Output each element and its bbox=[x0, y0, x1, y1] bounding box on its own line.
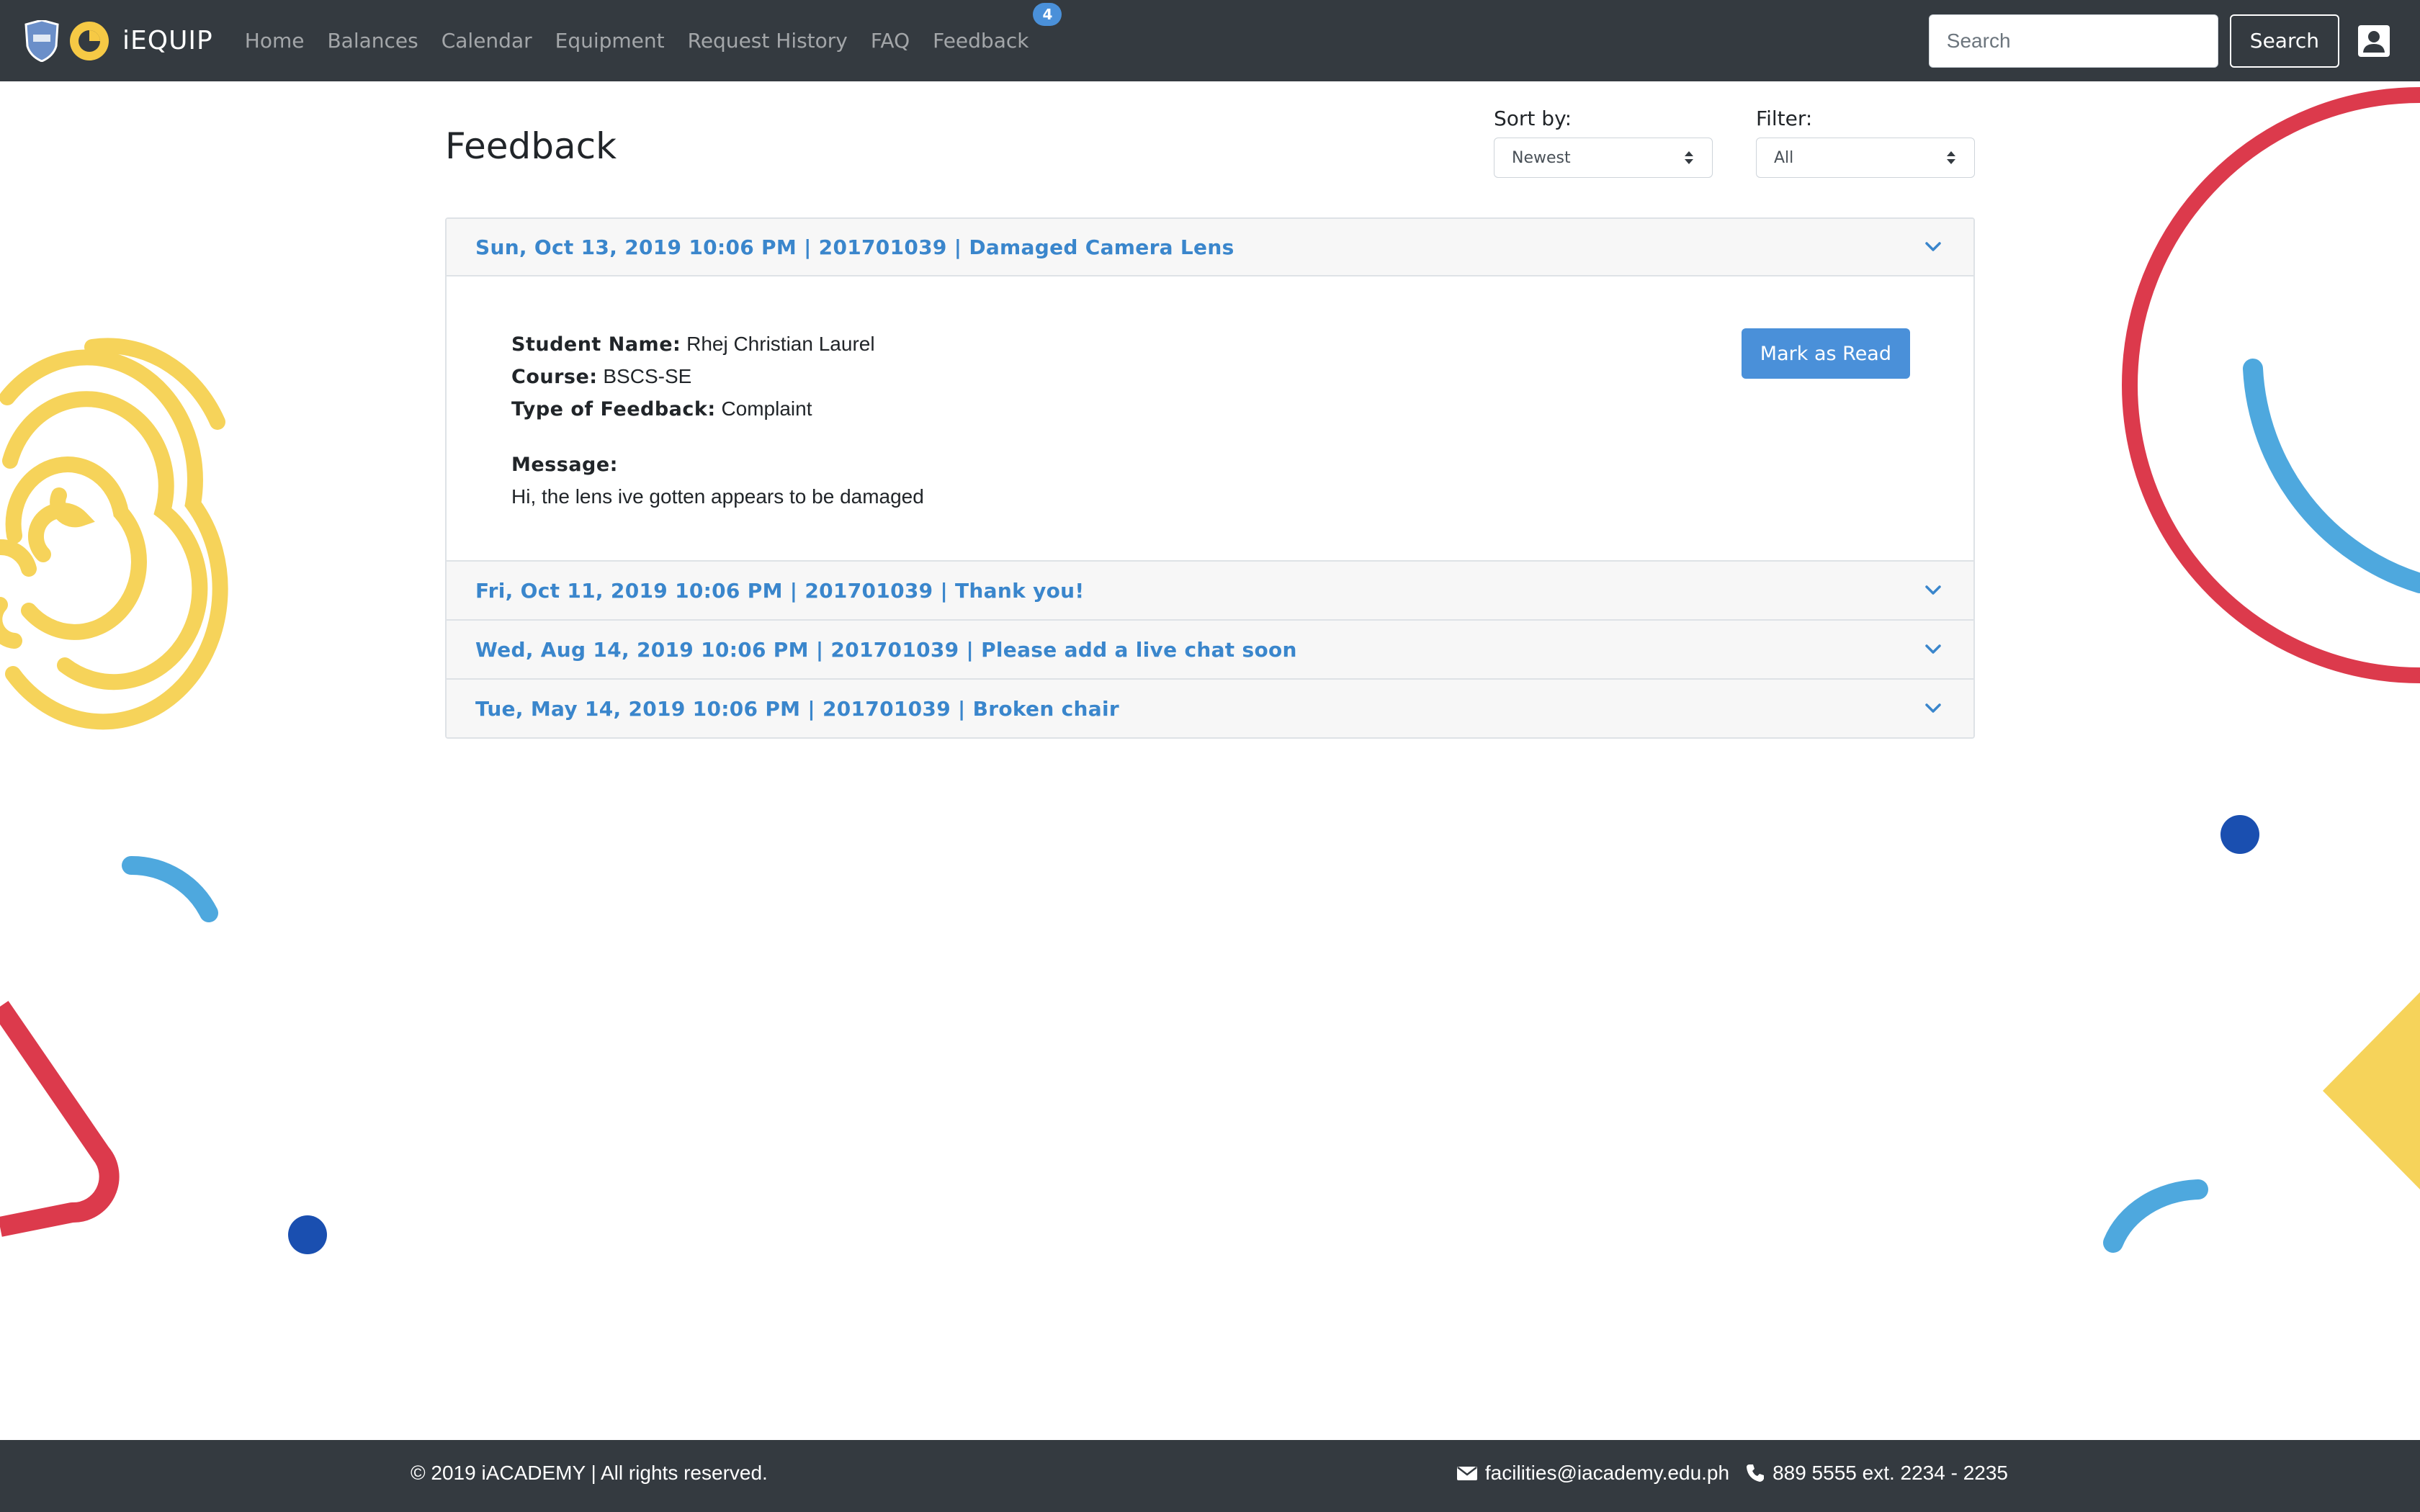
feedback-item-header[interactable]: Fri, Oct 11, 2019 10:06 PM | 201701039 |… bbox=[447, 562, 1973, 619]
filter-control: Filter: All bbox=[1756, 107, 1975, 178]
student-name-label: Student Name: bbox=[511, 333, 681, 356]
arc-decoration-icon bbox=[2243, 359, 2420, 593]
footer-email[interactable]: facilities@iacademy.edu.ph bbox=[1485, 1462, 1729, 1485]
nav-home[interactable]: Home bbox=[245, 29, 305, 53]
message-text: Hi, the lens ive gotten appears to be da… bbox=[511, 485, 924, 508]
diamond-decoration-icon bbox=[2323, 992, 2420, 1189]
sort-select[interactable]: Newest bbox=[1494, 138, 1713, 178]
footer: © 2019 iACADEMY | All rights reserved. f… bbox=[0, 1440, 2420, 1512]
footer-contact: facilities@iacademy.edu.ph 889 5555 ext.… bbox=[1456, 1462, 2008, 1485]
chevron-down-icon bbox=[1925, 242, 1941, 251]
student-name-value: Rhej Christian Laurel bbox=[686, 333, 875, 355]
chevron-down-icon bbox=[1925, 703, 1941, 713]
feedback-item: Wed, Aug 14, 2019 10:06 PM | 201701039 |… bbox=[447, 619, 1973, 678]
envelope-icon bbox=[1456, 1467, 1477, 1480]
nav-equipment[interactable]: Equipment bbox=[555, 29, 665, 53]
feedback-item-header[interactable]: Tue, May 14, 2019 10:06 PM | 201701039 |… bbox=[447, 680, 1973, 737]
sort-value: Newest bbox=[1512, 148, 1571, 167]
school-shield-icon bbox=[24, 19, 59, 62]
user-icon[interactable] bbox=[2357, 24, 2391, 58]
nav-search-area: Search bbox=[1928, 14, 2391, 68]
feedback-item: Tue, May 14, 2019 10:06 PM | 201701039 |… bbox=[447, 678, 1973, 737]
feedback-item: Sun, Oct 13, 2019 10:06 PM | 201701039 |… bbox=[447, 219, 1973, 560]
feedback-item-title: Tue, May 14, 2019 10:06 PM | 201701039 |… bbox=[475, 696, 1119, 721]
search-input[interactable] bbox=[1928, 14, 2218, 68]
select-arrows-icon bbox=[1685, 151, 1693, 164]
iequip-logo-icon bbox=[70, 21, 109, 60]
feedback-item-title: Sun, Oct 13, 2019 10:06 PM | 201701039 |… bbox=[475, 235, 1234, 259]
brand[interactable]: iEQUIP bbox=[23, 19, 213, 62]
nav-request-history[interactable]: Request History bbox=[688, 29, 848, 53]
feedback-type-row: Type of Feedback: Complaint bbox=[511, 393, 1909, 426]
feedback-type-value: Complaint bbox=[721, 397, 812, 420]
nav-calendar[interactable]: Calendar bbox=[442, 29, 532, 53]
feedback-type-label: Type of Feedback: bbox=[511, 398, 716, 420]
chevron-down-icon bbox=[1925, 585, 1941, 595]
search-button[interactable]: Search bbox=[2229, 14, 2339, 68]
course-value: BSCS-SE bbox=[603, 365, 692, 387]
course-row: Course: BSCS-SE bbox=[511, 361, 1909, 393]
triangle-decoration-icon bbox=[0, 1001, 120, 1237]
nav-balances[interactable]: Balances bbox=[327, 29, 418, 53]
feedback-item-title: Wed, Aug 14, 2019 10:06 PM | 201701039 |… bbox=[475, 637, 1297, 662]
course-label: Course: bbox=[511, 366, 598, 388]
phone-icon bbox=[1747, 1464, 1765, 1482]
feedback-item-header[interactable]: Sun, Oct 13, 2019 10:06 PM | 201701039 |… bbox=[447, 219, 1973, 276]
feedback-item-title: Fri, Oct 11, 2019 10:06 PM | 201701039 |… bbox=[475, 578, 1085, 603]
mark-as-read-button[interactable]: Mark as Read bbox=[1741, 328, 1910, 379]
chevron-down-icon bbox=[1925, 644, 1941, 654]
select-arrows-icon bbox=[1947, 151, 1955, 164]
sort-control: Sort by: Newest bbox=[1494, 107, 1713, 178]
feedback-count-badge: 4 bbox=[1033, 3, 1062, 26]
nav-faq[interactable]: FAQ bbox=[871, 29, 910, 53]
footer-phone: 889 5555 ext. 2234 - 2235 bbox=[1773, 1462, 2008, 1484]
nav-feedback-label: Feedback bbox=[933, 29, 1029, 53]
filter-value: All bbox=[1774, 148, 1794, 167]
feedback-item-body: Student Name: Rhej Christian Laurel Cour… bbox=[447, 276, 1973, 560]
message-label: Message: bbox=[511, 454, 618, 476]
nav-feedback[interactable]: Feedback 4 bbox=[933, 3, 1062, 53]
dot-decoration-icon bbox=[2220, 815, 2259, 854]
sort-label: Sort by: bbox=[1494, 107, 1572, 130]
student-name-row: Student Name: Rhej Christian Laurel bbox=[511, 328, 1909, 361]
message-label-row: Message: bbox=[511, 449, 1909, 481]
ring-decoration-icon bbox=[2122, 87, 2420, 683]
feedback-item-header[interactable]: Wed, Aug 14, 2019 10:06 PM | 201701039 |… bbox=[447, 621, 1973, 678]
feedback-item: Fri, Oct 11, 2019 10:06 PM | 201701039 |… bbox=[447, 560, 1973, 619]
filter-select[interactable]: All bbox=[1756, 138, 1975, 178]
page-title: Feedback bbox=[445, 125, 617, 167]
feedback-accordion: Sun, Oct 13, 2019 10:06 PM | 201701039 |… bbox=[445, 217, 1975, 739]
fingerprint-decoration-icon bbox=[0, 338, 228, 730]
nav-links: Home Balances Calendar Equipment Request… bbox=[233, 3, 1062, 53]
dot-decoration-icon bbox=[288, 1215, 327, 1254]
footer-copyright: © 2019 iACADEMY | All rights reserved. bbox=[411, 1462, 768, 1484]
brand-name: iEQUIP bbox=[122, 26, 213, 55]
arc-decoration-icon bbox=[2103, 1179, 2208, 1253]
top-navbar: iEQUIP Home Balances Calendar Equipment … bbox=[0, 0, 2420, 81]
arc-decoration-icon bbox=[122, 855, 218, 922]
filter-label: Filter: bbox=[1756, 107, 1813, 130]
